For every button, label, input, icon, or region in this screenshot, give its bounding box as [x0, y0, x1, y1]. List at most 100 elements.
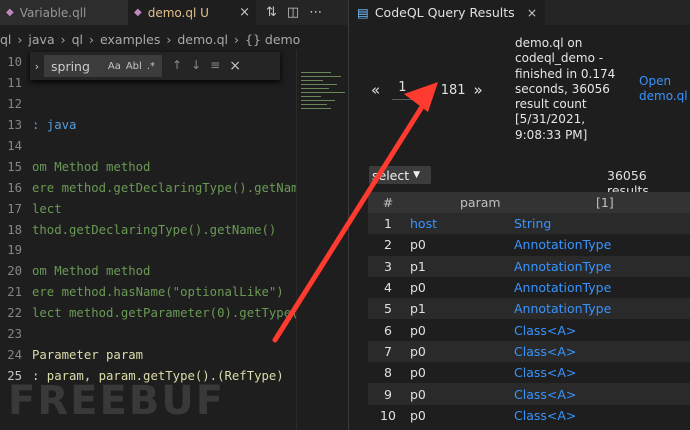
- code-line: 15 om Method method: [7, 159, 151, 174]
- close-icon[interactable]: ×: [527, 5, 537, 20]
- regex-icon[interactable]: .*: [147, 61, 155, 72]
- match-word-icon[interactable]: Abl: [126, 61, 142, 72]
- row-index: 8: [384, 365, 392, 381]
- param-cell[interactable]: p0: [408, 387, 514, 402]
- param-cell[interactable]: p1: [408, 259, 514, 274]
- code-area[interactable]: 10 11 12 13: java 14 15 om Method method …: [0, 52, 306, 386]
- type-cell[interactable]: Class<A>: [514, 344, 690, 359]
- find-input-value: spring: [51, 58, 90, 74]
- type-cell[interactable]: AnnotationType: [514, 280, 690, 295]
- breadcrumb-item[interactable]: ql: [0, 32, 11, 47]
- results-table: # param [1] 1 host String 2 p0 AnnotationType…: [368, 192, 690, 426]
- type-cell[interactable]: Class<A>: [514, 387, 690, 402]
- tab-label: demo.ql U: [147, 5, 209, 20]
- row-index: 1: [384, 216, 392, 232]
- close-icon[interactable]: ×: [229, 58, 241, 74]
- breadcrumb: ql › java › ql › examples › demo.ql › {} demo: [0, 31, 301, 47]
- param-cell[interactable]: p0: [408, 323, 514, 338]
- editor-tab-bar: ◆ Variable.qll ◆ demo.ql U × ⇅ ◫ ⋯: [0, 0, 348, 25]
- tab-demo-ql[interactable]: ◆ demo.ql U ×: [128, 0, 256, 25]
- tab-label: Variable.qll: [19, 5, 87, 20]
- param-cell[interactable]: p0: [408, 280, 514, 295]
- table-row: 10 p0 Class<A>: [368, 405, 690, 426]
- row-index: 7: [384, 343, 392, 359]
- table-row: 1 host String: [368, 213, 690, 235]
- param-cell[interactable]: p0: [408, 408, 514, 423]
- param-cell[interactable]: p0: [408, 237, 514, 252]
- row-index: 5: [384, 301, 392, 317]
- column-header[interactable]: param: [408, 195, 514, 210]
- param-cell[interactable]: p0: [408, 365, 514, 380]
- query-results-pane: ▤ CodeQL Query Results × « 1 / 181 » dem…: [348, 0, 690, 430]
- code-line: 14: [7, 139, 22, 153]
- page-total: / 181: [432, 82, 466, 98]
- find-widget: › spring Aa Abl .* ↑ ↓ ≡ ×: [30, 52, 280, 80]
- page-input[interactable]: 1: [392, 80, 429, 100]
- find-in-selection-icon[interactable]: ≡: [210, 58, 220, 74]
- find-input[interactable]: spring Aa Abl .*: [44, 55, 162, 77]
- code-line: 17 lect: [7, 201, 62, 216]
- param-cell[interactable]: host: [408, 216, 514, 231]
- column-header[interactable]: #: [368, 195, 408, 210]
- row-index: 9: [384, 386, 392, 402]
- split-editor-icon[interactable]: ◫: [287, 5, 299, 20]
- breadcrumb-item[interactable]: java: [28, 32, 54, 47]
- breadcrumb-item[interactable]: examples: [100, 32, 160, 47]
- code-line: 19: [7, 243, 22, 258]
- column-header[interactable]: [1]: [514, 195, 690, 210]
- tab-codeql-query-results[interactable]: ▤ CodeQL Query Results ×: [349, 0, 546, 25]
- breadcrumb-item[interactable]: {} demo: [245, 32, 300, 47]
- prev-page-icon[interactable]: «: [371, 81, 380, 99]
- pagination: « 1 / 181 »: [371, 80, 483, 100]
- results-tab-bar: ▤ CodeQL Query Results ×: [349, 0, 690, 25]
- type-cell[interactable]: AnnotationType: [514, 237, 690, 252]
- result-set-select[interactable]: select ▼: [369, 166, 431, 184]
- arrow-up-icon[interactable]: ↑: [172, 58, 182, 74]
- select-value: select: [372, 167, 410, 183]
- type-cell[interactable]: String: [514, 216, 690, 231]
- tab-variable-qll[interactable]: ◆ Variable.qll: [0, 0, 128, 25]
- tab-label: CodeQL Query Results: [374, 5, 515, 20]
- chevron-down-icon: ▼: [413, 170, 421, 180]
- code-line: 12: [7, 97, 22, 112]
- table-row: 4 p0 AnnotationType: [368, 277, 690, 298]
- breadcrumb-item[interactable]: demo.ql: [177, 32, 228, 47]
- ql-file-icon: ◆: [6, 7, 14, 18]
- more-icon[interactable]: ⋯: [309, 5, 322, 20]
- type-cell[interactable]: Class<A>: [514, 408, 690, 423]
- type-cell[interactable]: AnnotationType: [514, 259, 690, 274]
- close-icon[interactable]: ×: [239, 5, 250, 20]
- table-header: # param [1]: [368, 192, 690, 213]
- next-page-icon[interactable]: »: [474, 81, 483, 99]
- match-case-icon[interactable]: Aa: [108, 61, 121, 72]
- chevron-right-icon[interactable]: ›: [30, 60, 44, 73]
- row-index: 10: [380, 407, 396, 423]
- ql-file-icon: ◆: [134, 7, 142, 18]
- code-line: 22 lect method.getParameter(0).getType(: [7, 306, 299, 321]
- type-cell[interactable]: Class<A>: [514, 323, 690, 338]
- param-cell[interactable]: p0: [408, 344, 514, 359]
- code-line: 13: java: [7, 118, 77, 133]
- breadcrumb-item[interactable]: ql: [72, 32, 83, 47]
- type-cell[interactable]: Class<A>: [514, 365, 690, 380]
- row-index: 3: [384, 258, 392, 274]
- param-cell[interactable]: p1: [408, 301, 514, 316]
- code-line: 18 thod.getDeclaringType().getName(): [7, 222, 277, 237]
- query-summary: demo.ql on codeql_demo - finished in 0.1…: [515, 36, 616, 142]
- code-line: 24 Parameter param: [7, 347, 144, 362]
- preview-icon: ▤: [357, 5, 369, 20]
- compare-icon[interactable]: ⇅: [266, 5, 277, 20]
- type-cell[interactable]: AnnotationType: [514, 301, 690, 316]
- table-row: 8 p0 Class<A>: [368, 362, 690, 383]
- table-row: 2 p0 AnnotationType: [368, 234, 690, 255]
- code-line: 21 ere method.hasName("optionalLike"): [7, 285, 284, 300]
- row-index: 2: [384, 237, 392, 253]
- minimap[interactable]: [296, 50, 348, 430]
- table-row: 9 p0 Class<A>: [368, 383, 690, 405]
- arrow-down-icon[interactable]: ↓: [191, 58, 201, 74]
- watermark-logo: FREEBUF: [8, 378, 226, 424]
- row-index: 6: [384, 322, 392, 338]
- table-row: 7 p0 Class<A>: [368, 340, 690, 363]
- row-index: 4: [384, 280, 392, 296]
- open-query-link[interactable]: Open demo.ql: [639, 74, 690, 105]
